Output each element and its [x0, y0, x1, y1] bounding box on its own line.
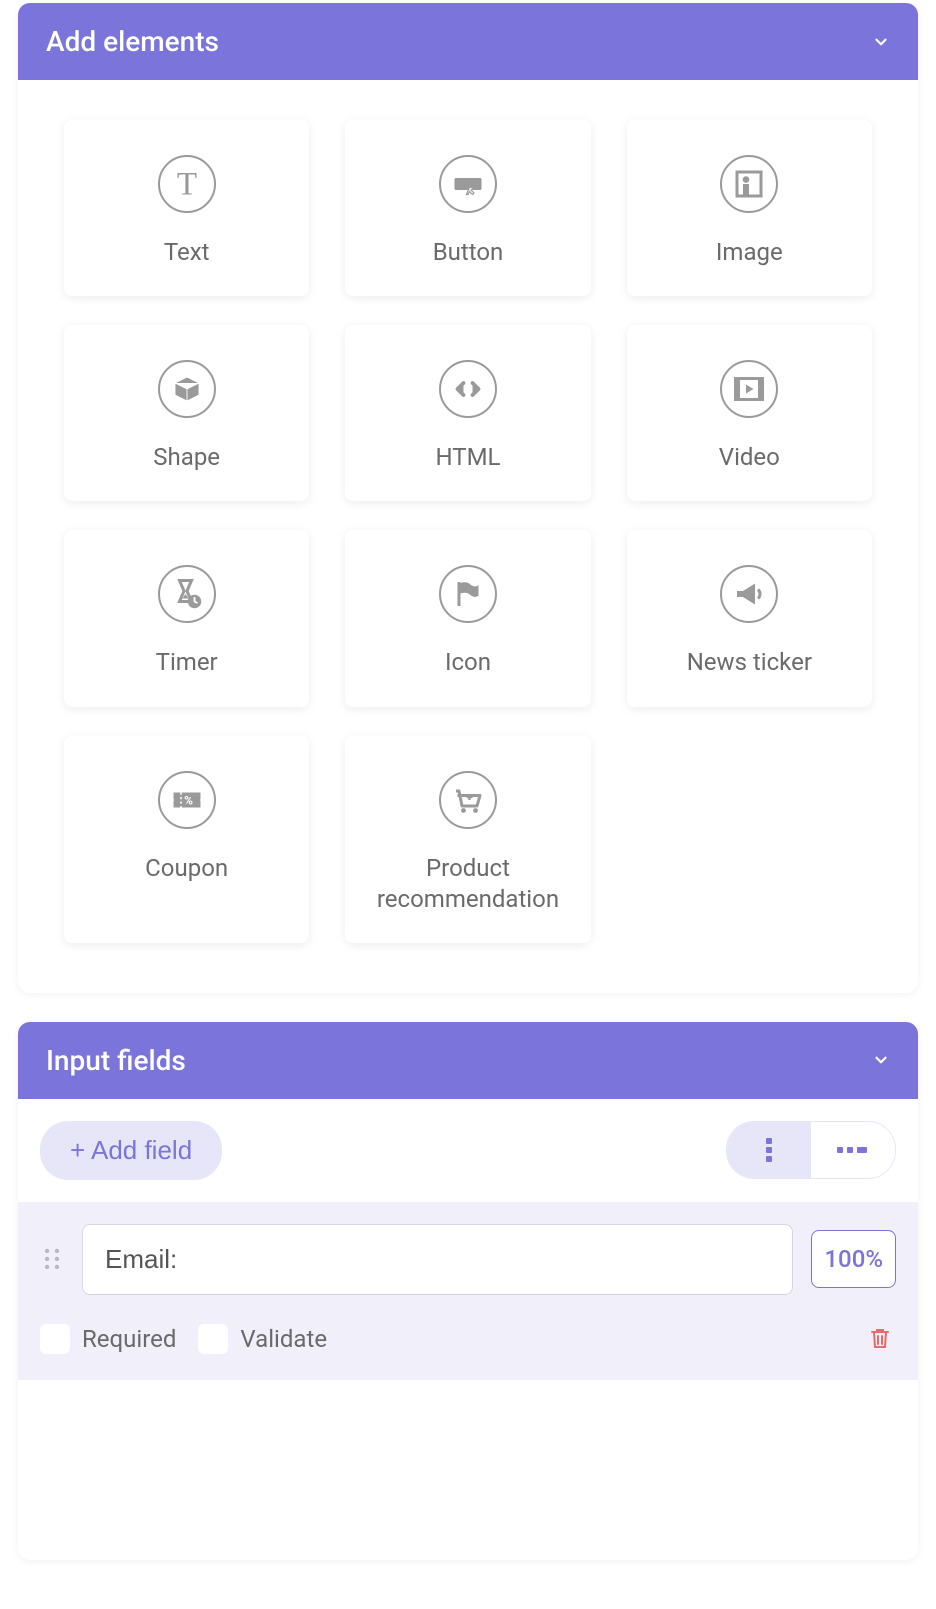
required-label: Required — [82, 1325, 176, 1353]
validate-label: Validate — [240, 1325, 327, 1353]
megaphone-icon — [720, 565, 778, 623]
element-label: Coupon — [145, 853, 228, 884]
view-vertical-button[interactable] — [727, 1122, 811, 1178]
shape-icon — [158, 360, 216, 418]
input-fields-header[interactable]: Input fields — [18, 1022, 918, 1099]
input-fields-title: Input fields — [46, 1044, 186, 1077]
panel-bottom-space — [18, 1380, 918, 1560]
svg-text:%: % — [184, 793, 193, 807]
element-label: Image — [716, 237, 783, 268]
element-text[interactable]: T Text — [64, 120, 309, 296]
element-label: Product recommendation — [355, 853, 580, 915]
field-row-options: Required Validate — [40, 1321, 896, 1358]
field-width-badge[interactable]: 100% — [811, 1230, 896, 1288]
chevron-down-icon — [872, 33, 890, 51]
element-label: HTML — [436, 442, 501, 473]
element-label: Video — [719, 442, 780, 473]
input-fields-toolbar: + Add field — [18, 1099, 918, 1202]
field-row-main: 100% — [40, 1224, 896, 1295]
add-elements-title: Add elements — [46, 25, 219, 58]
field-row: 100% Required Validate — [18, 1202, 918, 1380]
cart-icon — [439, 771, 497, 829]
chevron-down-icon — [872, 1051, 890, 1069]
drag-handle-icon — [43, 1247, 61, 1271]
button-icon — [439, 155, 497, 213]
element-label: Button — [433, 237, 504, 268]
horizontal-dots-icon — [835, 1144, 871, 1156]
view-horizontal-button[interactable] — [811, 1122, 895, 1178]
element-news-ticker[interactable]: News ticker — [627, 530, 872, 706]
validate-checkbox[interactable]: Validate — [198, 1324, 327, 1354]
add-field-button[interactable]: + Add field — [40, 1121, 222, 1180]
add-elements-header[interactable]: Add elements — [18, 3, 918, 80]
element-timer[interactable]: Timer — [64, 530, 309, 706]
coupon-icon: % — [158, 771, 216, 829]
svg-text:T: T — [177, 167, 197, 203]
code-icon — [439, 360, 497, 418]
input-fields-panel: Input fields + Add field 1 — [18, 1022, 918, 1560]
text-icon: T — [158, 155, 216, 213]
flag-icon — [439, 565, 497, 623]
element-icon[interactable]: Icon — [345, 530, 590, 706]
element-label: Text — [164, 237, 210, 268]
add-elements-panel: Add elements T Text Button — [18, 3, 918, 993]
elements-grid: T Text Button Image Shape — [64, 120, 872, 943]
video-icon — [720, 360, 778, 418]
element-video[interactable]: Video — [627, 325, 872, 501]
trash-icon — [868, 1325, 892, 1351]
element-label: News ticker — [687, 647, 812, 678]
element-label: Shape — [153, 442, 220, 473]
checkbox-box — [198, 1324, 228, 1354]
checkbox-box — [40, 1324, 70, 1354]
drag-handle[interactable] — [40, 1247, 64, 1271]
image-icon — [720, 155, 778, 213]
delete-field-button[interactable] — [864, 1321, 896, 1358]
vertical-dots-icon — [762, 1136, 776, 1164]
element-shape[interactable]: Shape — [64, 325, 309, 501]
timer-icon — [158, 565, 216, 623]
element-button[interactable]: Button — [345, 120, 590, 296]
element-image[interactable]: Image — [627, 120, 872, 296]
required-checkbox[interactable]: Required — [40, 1324, 176, 1354]
add-elements-body: T Text Button Image Shape — [18, 80, 918, 993]
element-product-recommendation[interactable]: Product recommendation — [345, 736, 590, 943]
element-label: Icon — [445, 647, 491, 678]
element-html[interactable]: HTML — [345, 325, 590, 501]
element-label: Timer — [156, 647, 218, 678]
element-coupon[interactable]: % Coupon — [64, 736, 309, 943]
view-toggle — [726, 1121, 896, 1179]
field-label-input[interactable] — [82, 1224, 793, 1295]
